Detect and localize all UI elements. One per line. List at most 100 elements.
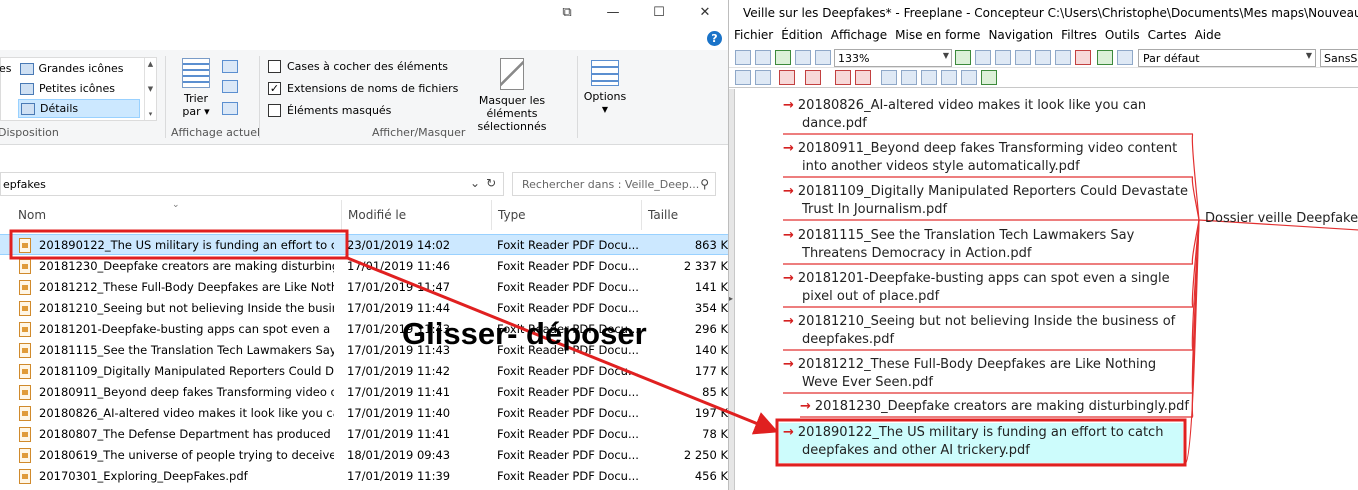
mindmap-node[interactable]: → 20180911_Beyond deep fakes Transforming…	[783, 140, 1203, 176]
tools-icon[interactable]	[775, 50, 791, 65]
address-dropdown-icon[interactable]: ⌄	[470, 176, 480, 190]
mindmap-node[interactable]: → 20181230_Deepfake creators are making d…	[800, 398, 1220, 416]
root-node-text: Dossier veille Deepfake	[1205, 211, 1358, 226]
mindmap-node[interactable]: → 20180826_AI-altered video makes it look…	[783, 97, 1203, 133]
close-icon[interactable]: ✕	[682, 0, 728, 24]
mindmap-node[interactable]: → 20181115_See the Translation Tech Lawma…	[783, 227, 1203, 263]
freeplane-splitter[interactable]	[729, 89, 735, 490]
zoom-in-icon[interactable]	[881, 70, 897, 85]
connector-icon[interactable]	[805, 70, 821, 85]
add-columns-icon[interactable]	[222, 80, 238, 93]
print-icon[interactable]	[1035, 50, 1051, 65]
menu-fichier[interactable]: Fichier	[734, 28, 773, 46]
add-child-icon[interactable]	[779, 70, 795, 85]
refresh-icon[interactable]: ↻	[486, 176, 496, 190]
file-row[interactable]: 20180826_AI-altered video makes it look …	[0, 403, 728, 424]
file-date: 17/01/2019 11:47	[347, 280, 451, 294]
file-row[interactable]: 20180619_The universe of people trying t…	[0, 445, 728, 466]
search-input[interactable]: Rechercher dans : Veille_Deep... ⚲	[512, 172, 716, 196]
move-up-icon[interactable]	[961, 70, 977, 85]
file-row[interactable]: 20180911_Beyond deep fakes Transforming …	[0, 382, 728, 403]
print-preview-icon[interactable]	[1055, 50, 1071, 65]
remove-node-icon[interactable]	[855, 70, 871, 85]
redo-icon[interactable]	[1117, 50, 1133, 65]
back-icon[interactable]	[735, 50, 751, 65]
restore-icon[interactable]: ⧉	[544, 0, 590, 24]
minimize-icon[interactable]: —	[590, 0, 636, 24]
column-header-modified[interactable]: Modifié le	[342, 200, 492, 230]
column-header-type[interactable]: Type	[492, 200, 642, 230]
column-header-name[interactable]: Nom	[12, 200, 342, 230]
menu-affichage[interactable]: Affichage	[831, 28, 887, 46]
fold-icon[interactable]	[735, 70, 751, 85]
mindmap-node[interactable]: → 20181201-Deepfake-busting apps can spot…	[783, 270, 1203, 306]
open-icon[interactable]	[975, 50, 991, 65]
film-icon[interactable]	[795, 50, 811, 65]
help-icon[interactable]: ?	[707, 31, 722, 46]
file-row[interactable]: 20181109_Digitally Manipulated Reporters…	[0, 361, 728, 382]
save-icon[interactable]	[995, 50, 1011, 65]
style-select[interactable]: Par défaut ▼	[1138, 49, 1316, 67]
menu-outils[interactable]: Outils	[1105, 28, 1140, 46]
zoom-select[interactable]: 133% ▼	[834, 49, 952, 67]
unfold-icon[interactable]	[755, 70, 771, 85]
mindmap-node[interactable]: → 20181212_These Full-Body Deepfakes are …	[783, 356, 1203, 392]
checkbox-item-checkboxes[interactable]: Cases à cocher des éléments	[268, 57, 448, 75]
mindmap-node[interactable]: → 20181210_Seeing but not believing Insid…	[783, 313, 1203, 349]
layout-scroll[interactable]: ▲ ▼ ▾	[144, 58, 156, 120]
add-sibling-icon[interactable]	[835, 70, 851, 85]
save-as-icon[interactable]	[1015, 50, 1031, 65]
link-arrow-icon: →	[783, 425, 794, 440]
options-button[interactable]: Options ▼	[582, 60, 628, 116]
undo-icon[interactable]	[1097, 50, 1113, 65]
close-map-icon[interactable]	[1075, 50, 1091, 65]
checkbox-hidden-items-box[interactable]	[268, 103, 281, 117]
layout-details[interactable]: Détails	[18, 99, 140, 118]
menu-mise-en-forme[interactable]: Mise en forme	[895, 28, 980, 46]
menu-edition[interactable]: Édition	[781, 28, 823, 46]
film-stop-icon[interactable]	[815, 50, 831, 65]
checkbox-file-extensions[interactable]: ✓ Extensions de noms de fichiers	[268, 79, 458, 97]
menu-navigation[interactable]: Navigation	[988, 28, 1053, 46]
sort-by-button[interactable]: Trier par ▾	[178, 58, 214, 118]
group-by-icon[interactable]	[222, 60, 238, 73]
column-header-size[interactable]: Taille	[642, 200, 728, 230]
checkbox-file-extensions-box[interactable]: ✓	[268, 81, 281, 95]
menu-cartes[interactable]: Cartes	[1148, 28, 1187, 46]
freeplane-toolbar-secondary	[729, 68, 1358, 88]
hide-selected-button[interactable]: Masquer les éléments sélectionnés	[452, 58, 572, 133]
menu-filtres[interactable]: Filtres	[1061, 28, 1097, 46]
column-header-size-label: Taille	[648, 208, 679, 222]
layout-small-icons[interactable]: Petites icônes	[20, 79, 115, 98]
pdf-file-icon	[19, 322, 31, 337]
file-row[interactable]: 20181212_These Full-Body Deepfakes are L…	[0, 277, 728, 298]
file-row[interactable]: 20180807_The Defense Department has prod…	[0, 424, 728, 445]
checkbox-item-checkboxes-box[interactable]	[268, 59, 281, 73]
move-right-icon[interactable]	[941, 70, 957, 85]
zoom-out-icon[interactable]	[901, 70, 917, 85]
mindmap-canvas[interactable]: → 20180826_AI-altered video makes it look…	[729, 89, 1358, 490]
group-disposition-label: Disposition	[0, 126, 59, 139]
new-map-icon[interactable]	[955, 50, 971, 65]
file-row[interactable]: 20170301_Exploring_DeepFakes.pdf 17/01/20…	[0, 466, 728, 487]
checkbox-hidden-items[interactable]: Éléments masqués	[268, 101, 391, 119]
file-date: 23/01/2019 14:02	[347, 238, 451, 252]
file-date: 17/01/2019 11:41	[347, 385, 451, 399]
sort-icon	[182, 58, 210, 88]
mindmap-root-node[interactable]: Dossier veille Deepfake	[1205, 211, 1358, 226]
file-row[interactable]: 20181230_Deepfake creators are making di…	[0, 256, 728, 277]
font-select[interactable]: SansSer	[1320, 49, 1358, 67]
pdf-file-icon	[19, 427, 31, 442]
mindmap-node[interactable]: → 20181109_Digitally Manipulated Reporter…	[783, 183, 1203, 219]
address-bar[interactable]: epfakes	[0, 172, 504, 196]
maximize-icon[interactable]: ☐	[636, 0, 682, 24]
mindmap-node-highlighted[interactable]: → 201890122_The US military is funding an…	[779, 423, 1183, 463]
file-row[interactable]: 201890122_The US military is funding an …	[0, 234, 728, 255]
fit-columns-icon[interactable]	[222, 102, 238, 115]
menu-aide[interactable]: Aide	[1195, 28, 1222, 46]
lock-icon[interactable]	[981, 70, 997, 85]
move-left-icon[interactable]	[921, 70, 937, 85]
pdf-file-icon	[19, 238, 31, 253]
forward-icon[interactable]	[755, 50, 771, 65]
layout-large-icons[interactable]: es Grandes icônes	[0, 59, 124, 78]
